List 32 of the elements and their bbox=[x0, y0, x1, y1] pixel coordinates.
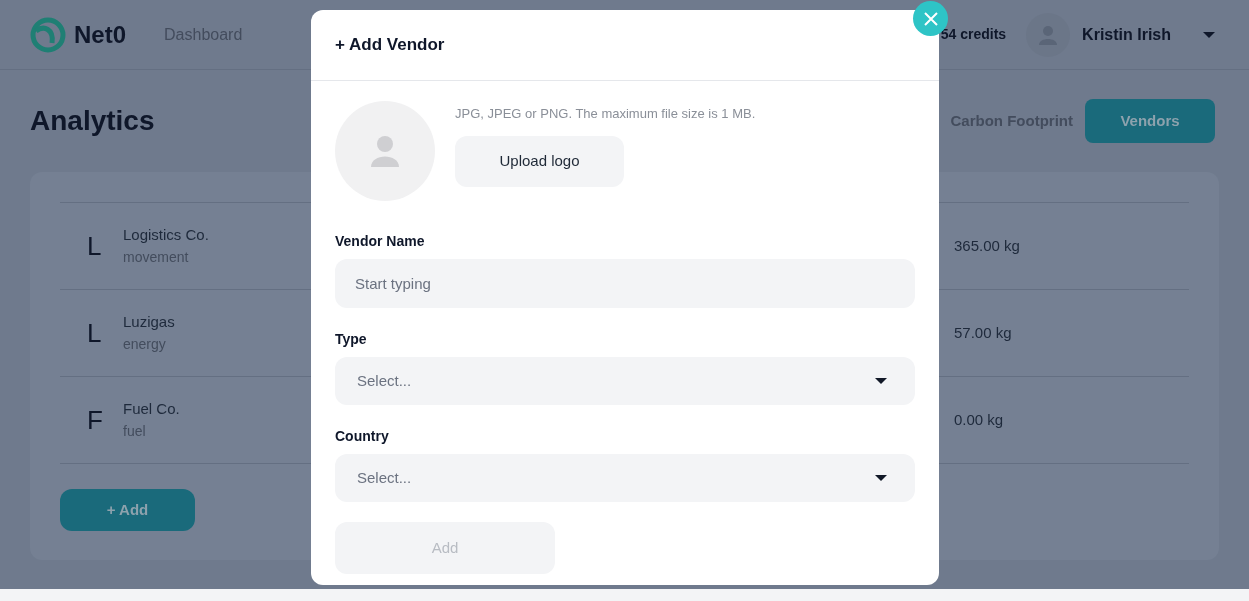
caret-icon bbox=[875, 378, 887, 384]
page-title: Analytics bbox=[30, 104, 155, 138]
field-label: Vendor Name bbox=[335, 232, 426, 251]
vendor-initial: L bbox=[86, 229, 103, 263]
tab[interactable]: Vendors bbox=[1085, 99, 1215, 143]
file-hint: JPG, JPEG or PNG. The maximum file size is 1 MB. bbox=[455, 105, 756, 123]
vendor-initial: L bbox=[86, 316, 103, 350]
brand-name: Net0 bbox=[74, 19, 127, 50]
vendor-name: Logistics Co. bbox=[123, 225, 209, 246]
input-field[interactable]: Start typing bbox=[335, 259, 915, 308]
select-field[interactable]: Select... bbox=[335, 454, 915, 502]
field-label: Type bbox=[335, 330, 368, 349]
user-icon bbox=[371, 135, 399, 167]
user-name: Kristin Irish bbox=[1082, 24, 1171, 45]
select-placeholder: Select... bbox=[357, 370, 412, 391]
caret-icon bbox=[875, 475, 887, 481]
emissions-value: 57.00 kg bbox=[954, 322, 1012, 343]
modal-title: + Add Vendor bbox=[335, 34, 445, 57]
credits-label: 54 credits bbox=[940, 25, 1007, 44]
vendor-initial: F bbox=[86, 403, 104, 437]
select-placeholder: Select... bbox=[357, 467, 412, 488]
emissions-value: 0.00 kg bbox=[954, 409, 1004, 430]
caret-icon[interactable] bbox=[1203, 31, 1215, 38]
logo-icon bbox=[30, 16, 66, 53]
field-label: Country bbox=[335, 427, 390, 446]
close-icon bbox=[923, 11, 938, 26]
upload-button[interactable]: Upload logo bbox=[455, 135, 624, 187]
select-field[interactable]: Select... bbox=[335, 357, 915, 405]
emissions-value: 365.00 kg bbox=[954, 235, 1020, 256]
add-button[interactable]: + Add bbox=[60, 489, 195, 531]
vendor-name: Luzigas bbox=[123, 312, 175, 333]
vendor-name: Fuel Co. bbox=[123, 399, 180, 420]
